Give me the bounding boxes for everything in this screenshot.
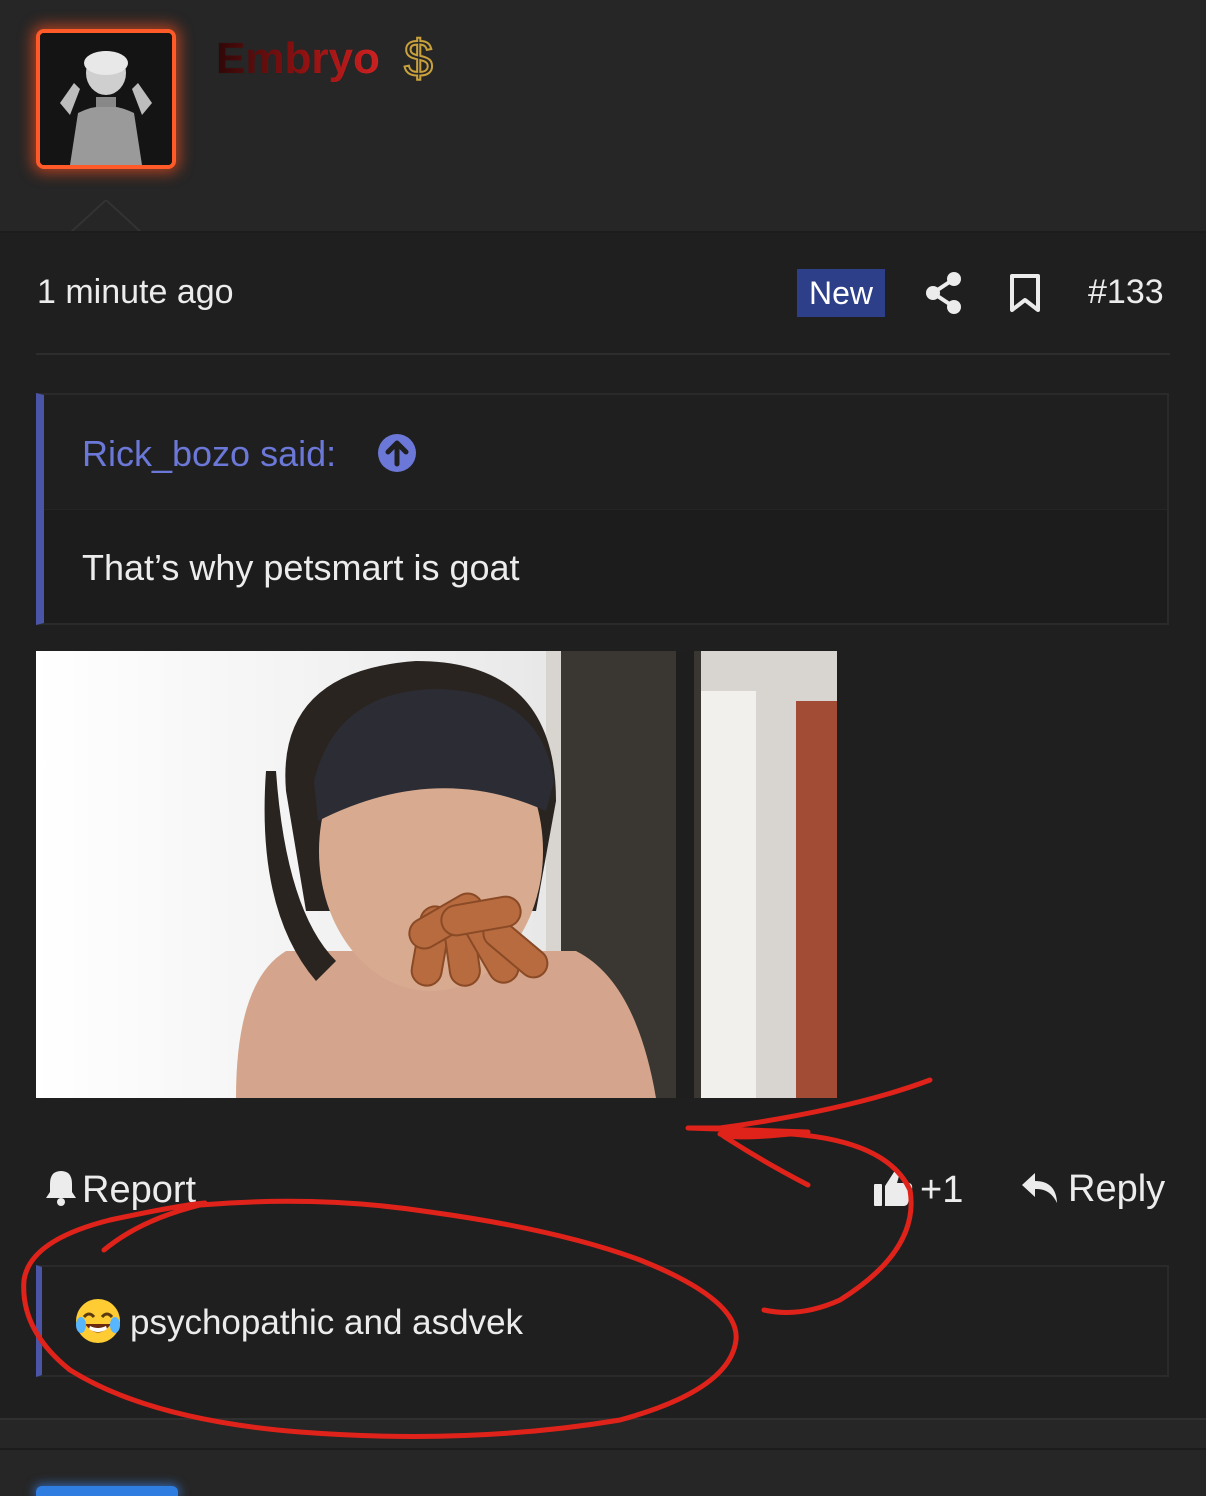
avatar[interactable] bbox=[36, 29, 176, 169]
reaction-text: psychopathic and asdvek bbox=[130, 1303, 524, 1342]
reaction-summary[interactable]: psychopathic and asdvek bbox=[36, 1265, 1169, 1377]
meta-divider bbox=[36, 353, 1170, 355]
caret-notch bbox=[70, 200, 142, 234]
dollar-icon: $ bbox=[403, 29, 434, 86]
quote-header: Rick_bozo said: bbox=[44, 395, 1167, 510]
svg-text:$: $ bbox=[404, 30, 433, 86]
quote-text: That’s why petsmart is goat bbox=[82, 547, 520, 588]
reply-label: Reply bbox=[1068, 1168, 1166, 1210]
post-image[interactable] bbox=[36, 651, 837, 1098]
post-header: Embryo $ bbox=[0, 0, 1206, 234]
like-count: +1 bbox=[920, 1169, 964, 1211]
report-label: Report bbox=[82, 1169, 197, 1211]
post-body: 1 minute ago New #133 Rick_bozo said: Th… bbox=[0, 233, 1206, 1418]
share-icon[interactable] bbox=[924, 271, 964, 315]
next-avatar[interactable] bbox=[36, 1486, 178, 1496]
new-badge: New bbox=[797, 269, 885, 317]
thumbs-up-icon bbox=[874, 1171, 913, 1206]
quote-block: Rick_bozo said: That’s why petsmart is g… bbox=[36, 393, 1169, 625]
reply-button[interactable]: Reply bbox=[1020, 1168, 1165, 1211]
bell-icon bbox=[46, 1171, 76, 1206]
username[interactable]: Embryo bbox=[216, 34, 380, 84]
quote-author[interactable]: Rick_bozo said: bbox=[82, 433, 336, 475]
like-button[interactable]: +1 bbox=[872, 1168, 963, 1212]
report-button[interactable]: Report bbox=[44, 1168, 196, 1212]
reply-icon bbox=[1022, 1173, 1057, 1203]
post-timestamp[interactable]: 1 minute ago bbox=[37, 273, 234, 312]
bookmark-icon[interactable] bbox=[1008, 273, 1042, 313]
post-number[interactable]: #133 bbox=[1088, 273, 1164, 312]
arrow-up-circle-icon[interactable] bbox=[377, 433, 417, 473]
next-post-header bbox=[0, 1418, 1206, 1496]
bottom-divider bbox=[0, 1448, 1206, 1450]
laughing-crying-emoji-icon bbox=[76, 1299, 120, 1343]
